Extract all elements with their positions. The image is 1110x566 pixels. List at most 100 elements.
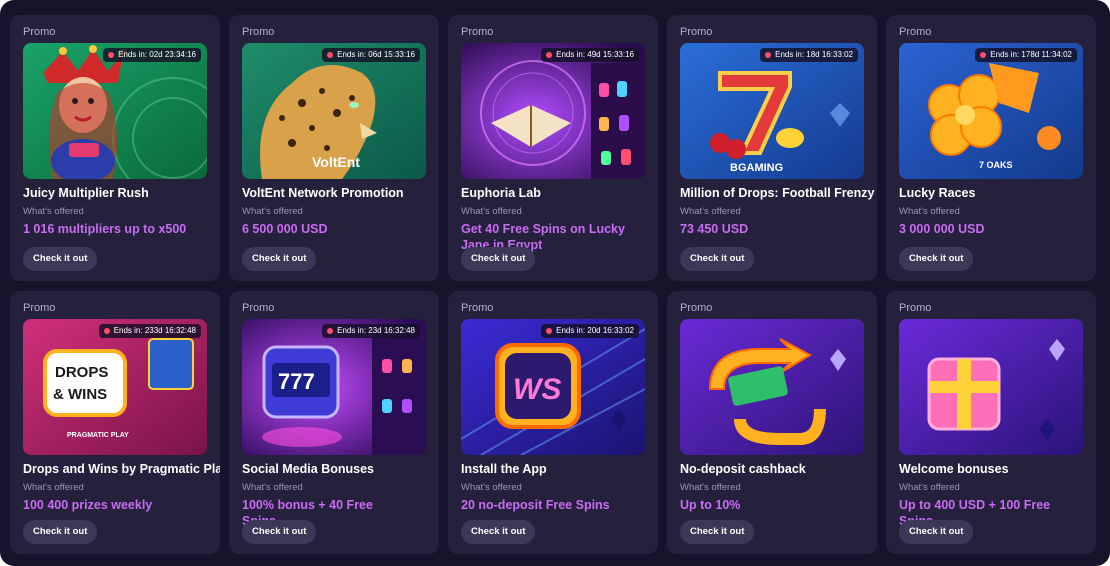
- promo-title: Drops and Wins by Pragmatic Play: [23, 462, 220, 476]
- countdown-value: 233d 16:32:48: [144, 326, 196, 335]
- promo-tag: Promo: [242, 302, 275, 314]
- timer-dot-icon: [546, 52, 553, 58]
- timer-dot-icon: [327, 328, 334, 334]
- promo-title: Juicy Multiplier Rush: [23, 186, 149, 200]
- promo-card[interactable]: Promo Ends in: 02d 23:34:16 Juicy Multip…: [10, 15, 220, 281]
- offer-value: 6 500 000 USD: [242, 222, 328, 236]
- check-it-out-button[interactable]: Check it out: [23, 520, 98, 544]
- promo-image[interactable]: 777 Ends in: 23d 16:32:48: [242, 319, 426, 455]
- countdown-label: Ends in:: [556, 50, 586, 59]
- offer-value: 73 450 USD: [680, 222, 749, 236]
- promo-title: Welcome bonuses: [899, 462, 1009, 476]
- whats-offered-label: What's offered: [461, 206, 522, 217]
- svg-text:DROPS: DROPS: [55, 364, 108, 381]
- svg-text:VoltEnt: VoltEnt: [312, 154, 360, 170]
- promo-card[interactable]: Promo VoltEnt Ends in: 06d 15:33:16 Volt…: [229, 15, 439, 281]
- whats-offered-label: What's offered: [23, 206, 84, 217]
- promo-tag: Promo: [680, 302, 713, 314]
- timer-dot-icon: [103, 328, 110, 334]
- promo-title: VoltEnt Network Promotion: [242, 186, 404, 200]
- svg-text:777: 777: [278, 369, 315, 394]
- check-it-out-button[interactable]: Check it out: [461, 247, 536, 271]
- countdown-label: Ends in:: [990, 50, 1020, 59]
- promo-card[interactable]: Promo 7 OAKS Ends in: 178d 11:34:02 Luck…: [886, 15, 1096, 281]
- countdown-badge: Ends in: 233d 16:32:48: [98, 324, 201, 338]
- countdown-label: Ends in:: [775, 50, 805, 59]
- whats-offered-label: What's offered: [899, 482, 960, 493]
- countdown-badge: Ends in: 18d 16:33:02: [760, 48, 858, 62]
- svg-text:WS: WS: [513, 373, 561, 406]
- countdown-badge: Ends in: 02d 23:34:16: [103, 48, 201, 62]
- svg-text:& WINS: & WINS: [53, 386, 107, 403]
- promo-grid: Promo Ends in: 02d 23:34:16 Juicy Multip…: [10, 15, 1100, 554]
- check-it-out-button[interactable]: Check it out: [899, 520, 974, 544]
- promo-title: No-deposit cashback: [680, 462, 806, 476]
- timer-dot-icon: [980, 52, 987, 58]
- countdown-value: 20d 16:33:02: [587, 326, 634, 335]
- countdown-label: Ends in:: [556, 326, 586, 335]
- promo-card[interactable]: Promo WS Ends in: 20d 16:33:02 Install t…: [448, 291, 658, 554]
- check-it-out-button[interactable]: Check it out: [680, 520, 755, 544]
- countdown-label: Ends in:: [113, 326, 143, 335]
- countdown-label: Ends in:: [337, 326, 367, 335]
- countdown-value: 23d 16:32:48: [368, 326, 415, 335]
- countdown-badge: Ends in: 06d 15:33:16: [322, 48, 420, 62]
- promo-image[interactable]: Ends in: 02d 23:34:16: [23, 43, 207, 179]
- promo-title: Install the App: [461, 462, 547, 476]
- promo-card[interactable]: Promo Ends in: 49d 15:33:16 Euphoria Lab…: [448, 15, 658, 281]
- promo-image[interactable]: DROPS & WINS PRAGMATIC PLAY Ends in: 233…: [23, 319, 207, 455]
- countdown-label: Ends in:: [118, 50, 148, 59]
- check-it-out-button[interactable]: Check it out: [242, 520, 317, 544]
- countdown-value: 49d 15:33:16: [587, 50, 634, 59]
- whats-offered-label: What's offered: [242, 206, 303, 217]
- check-it-out-button[interactable]: Check it out: [23, 247, 98, 271]
- offer-value: 3 000 000 USD: [899, 222, 985, 236]
- whats-offered-label: What's offered: [461, 482, 522, 493]
- whats-offered-label: What's offered: [23, 482, 84, 493]
- countdown-badge: Ends in: 49d 15:33:16: [541, 48, 639, 62]
- promo-title: Million of Drops: Football Frenzy: [680, 186, 875, 200]
- countdown-value: 06d 15:33:16: [368, 50, 415, 59]
- promo-title: Lucky Races: [899, 186, 976, 200]
- whats-offered-label: What's offered: [242, 482, 303, 493]
- svg-text:BGAMING: BGAMING: [730, 162, 783, 174]
- promo-tag: Promo: [899, 26, 932, 38]
- timer-dot-icon: [327, 52, 334, 58]
- promo-tag: Promo: [23, 302, 56, 314]
- svg-text:7 OAKS: 7 OAKS: [979, 160, 1013, 170]
- offer-value: 1 016 multipliers up to x500: [23, 222, 187, 236]
- promo-title: Social Media Bonuses: [242, 462, 374, 476]
- countdown-value: 178d 11:34:02: [1021, 50, 1072, 59]
- promo-card[interactable]: Promo DROPS & WINS PRAGMATIC PLAY Ends i…: [10, 291, 220, 554]
- promo-image[interactable]: BGAMING Ends in: 18d 16:33:02: [680, 43, 864, 179]
- offer-value: Up to 10%: [680, 498, 741, 512]
- check-it-out-button[interactable]: Check it out: [242, 247, 317, 271]
- promo-tag: Promo: [461, 26, 494, 38]
- check-it-out-button[interactable]: Check it out: [461, 520, 536, 544]
- promo-card[interactable]: Promo No-deposit cashback What's offered…: [667, 291, 877, 554]
- whats-offered-label: What's offered: [680, 482, 741, 493]
- countdown-label: Ends in:: [337, 50, 367, 59]
- promo-image[interactable]: VoltEnt Ends in: 06d 15:33:16: [242, 43, 426, 179]
- promo-card[interactable]: Promo 777 Ends in: 23d 16:32:48 Social M…: [229, 291, 439, 554]
- promo-card[interactable]: Promo Welcome bonuses What's offered Up …: [886, 291, 1096, 554]
- countdown-badge: Ends in: 178d 11:34:02: [975, 48, 1077, 62]
- promo-image[interactable]: WS Ends in: 20d 16:33:02: [461, 319, 645, 455]
- countdown-badge: Ends in: 23d 16:32:48: [322, 324, 420, 338]
- offer-value: 20 no-deposit Free Spins: [461, 498, 610, 512]
- promo-image[interactable]: [680, 319, 864, 455]
- promo-tag: Promo: [680, 26, 713, 38]
- check-it-out-button[interactable]: Check it out: [680, 247, 755, 271]
- promo-card[interactable]: Promo BGAMING Ends in: 18d 16:33:02 Mill…: [667, 15, 877, 281]
- promo-image[interactable]: 7 OAKS Ends in: 178d 11:34:02: [899, 43, 1083, 179]
- countdown-value: 18d 16:33:02: [806, 50, 853, 59]
- check-it-out-button[interactable]: Check it out: [899, 247, 974, 271]
- whats-offered-label: What's offered: [899, 206, 960, 217]
- promo-image[interactable]: [899, 319, 1083, 455]
- countdown-value: 02d 23:34:16: [149, 50, 196, 59]
- promo-tag: Promo: [899, 302, 932, 314]
- timer-dot-icon: [765, 52, 772, 58]
- promo-tag: Promo: [23, 26, 56, 38]
- promo-title: Euphoria Lab: [461, 186, 541, 200]
- promo-image[interactable]: Ends in: 49d 15:33:16: [461, 43, 645, 179]
